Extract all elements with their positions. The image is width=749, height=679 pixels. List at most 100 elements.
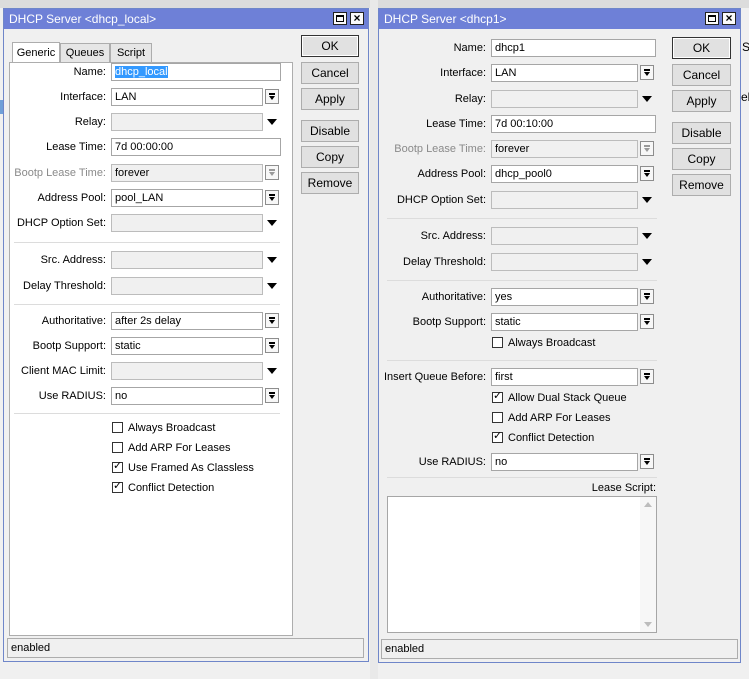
maximize-button[interactable] [705, 12, 719, 25]
add-arp-for-leases-label: Add ARP For Leases [508, 412, 611, 424]
use-radius-select[interactable]: no [491, 453, 638, 471]
ok-button[interactable]: OK [672, 37, 731, 59]
authoritative-dropdown-button[interactable] [265, 313, 279, 328]
chevron-down-icon [644, 376, 650, 380]
relay-label: Relay: [454, 93, 486, 105]
bootp-support-label: Bootp Support: [32, 340, 106, 352]
address-pool-label: Address Pool: [37, 192, 106, 204]
interface-select[interactable]: LAN [111, 88, 263, 106]
use-radius-dropdown-button[interactable] [265, 388, 279, 403]
tab-queues[interactable]: Queues [60, 43, 110, 63]
dropdown-line-icon [269, 194, 275, 196]
lease-script-editor[interactable] [387, 496, 657, 633]
address-pool-select[interactable]: pool_LAN [111, 189, 263, 207]
name-input[interactable]: dhcp_local [111, 63, 281, 81]
address-pool-dropdown-button[interactable] [265, 190, 279, 205]
bootp-support-select[interactable]: static [491, 313, 638, 331]
add-arp-for-leases-checkbox[interactable] [492, 412, 503, 423]
close-button[interactable]: × [722, 12, 736, 25]
remove-button[interactable]: Remove [301, 172, 359, 194]
allow-dual-stack-queue-checkbox[interactable]: ✓ [492, 390, 503, 403]
copy-button[interactable]: Copy [672, 148, 731, 170]
client-mac-limit-input[interactable] [111, 362, 263, 380]
authoritative-select[interactable]: after 2s delay [111, 312, 263, 330]
authoritative-label: Authoritative: [421, 291, 486, 303]
background-text-fragment: S [742, 40, 749, 54]
always-broadcast-checkbox[interactable] [492, 337, 503, 348]
authoritative-dropdown-button[interactable] [640, 289, 654, 304]
checkmark-icon: ✓ [113, 460, 123, 472]
insert-queue-before-select[interactable]: first [491, 368, 638, 386]
cancel-button[interactable]: Cancel [672, 64, 731, 86]
address-pool-select[interactable]: dhcp_pool0 [491, 165, 638, 183]
relay-input[interactable] [111, 113, 263, 131]
dhcp-option-set-expand-icon[interactable] [267, 220, 277, 226]
dhcp-option-set-input[interactable] [111, 214, 263, 232]
conflict-detection-checkbox[interactable]: ✓ [492, 430, 503, 443]
tab-script[interactable]: Script [110, 43, 152, 63]
bootp-support-dropdown-button[interactable] [640, 314, 654, 329]
maximize-button[interactable] [333, 12, 347, 25]
use-framed-as-classless-checkbox[interactable]: ✓ [112, 460, 123, 473]
authoritative-select[interactable]: yes [491, 288, 638, 306]
checkmark-icon: ✓ [493, 390, 503, 402]
scroll-down-icon[interactable] [644, 622, 652, 627]
apply-button[interactable]: Apply [672, 90, 731, 112]
dropdown-line-icon [644, 458, 650, 460]
interface-dropdown-button[interactable] [640, 65, 654, 80]
lease-time-label: Lease Time: [426, 118, 486, 130]
disable-button[interactable]: Disable [301, 120, 359, 142]
remove-button[interactable]: Remove [672, 174, 731, 196]
dhcp-option-set-expand-icon[interactable] [642, 197, 652, 203]
lease-time-input[interactable]: 7d 00:10:00 [491, 115, 656, 133]
conflict-detection-label: Conflict Detection [128, 482, 215, 494]
dropdown-line-icon [644, 170, 650, 172]
interface-dropdown-button[interactable] [265, 89, 279, 104]
conflict-detection-checkbox[interactable]: ✓ [112, 480, 123, 493]
chevron-down-icon [269, 172, 275, 176]
dropdown-line-icon [644, 293, 650, 295]
src-address-input[interactable] [491, 227, 638, 245]
chevron-down-icon [644, 148, 650, 152]
scroll-up-icon[interactable] [644, 502, 652, 507]
bootp-support-dropdown-button[interactable] [265, 338, 279, 353]
disable-button[interactable]: Disable [672, 122, 731, 144]
src-address-expand-icon[interactable] [642, 233, 652, 239]
delay-threshold-input[interactable] [491, 253, 638, 271]
bootp-support-select[interactable]: static [111, 337, 263, 355]
vertical-scrollbar[interactable] [640, 497, 656, 632]
address-pool-dropdown-button[interactable] [640, 166, 654, 181]
use-framed-as-classless-label: Use Framed As Classless [128, 462, 254, 474]
always-broadcast-checkbox[interactable] [112, 422, 123, 433]
tab-generic[interactable]: Generic [12, 42, 60, 63]
relay-input[interactable] [491, 90, 638, 108]
bootp-lease-time-label: Bootp Lease Time: [14, 167, 106, 179]
window-title-bar[interactable]: DHCP Server <dhcp_local> × [4, 9, 368, 29]
insert-queue-before-dropdown-button[interactable] [640, 369, 654, 384]
delay-threshold-input[interactable] [111, 277, 263, 295]
close-button[interactable]: × [350, 12, 364, 25]
name-input[interactable]: dhcp1 [491, 39, 656, 57]
delay-threshold-expand-icon[interactable] [267, 283, 277, 289]
cancel-button[interactable]: Cancel [301, 62, 359, 84]
lease-time-input[interactable]: 7d 00:00:00 [111, 138, 281, 156]
copy-button[interactable]: Copy [301, 146, 359, 168]
apply-button[interactable]: Apply [301, 88, 359, 110]
client-mac-limit-label: Client MAC Limit: [21, 365, 106, 377]
src-address-expand-icon[interactable] [267, 257, 277, 263]
src-address-input[interactable] [111, 251, 263, 269]
client-mac-limit-expand-icon[interactable] [267, 368, 277, 374]
lease-time-label: Lease Time: [46, 141, 106, 153]
interface-select[interactable]: LAN [491, 64, 638, 82]
delay-threshold-expand-icon[interactable] [642, 259, 652, 265]
use-radius-select[interactable]: no [111, 387, 263, 405]
relay-expand-icon[interactable] [267, 119, 277, 125]
bootp-lease-time-label: Bootp Lease Time: [394, 143, 486, 155]
dhcp-option-set-input[interactable] [491, 191, 638, 209]
window-title-bar[interactable]: DHCP Server <dhcp1> × [379, 9, 740, 29]
status-bar: enabled [7, 638, 364, 658]
use-radius-dropdown-button[interactable] [640, 454, 654, 469]
relay-expand-icon[interactable] [642, 96, 652, 102]
ok-button[interactable]: OK [301, 35, 359, 57]
add-arp-for-leases-checkbox[interactable] [112, 442, 123, 453]
